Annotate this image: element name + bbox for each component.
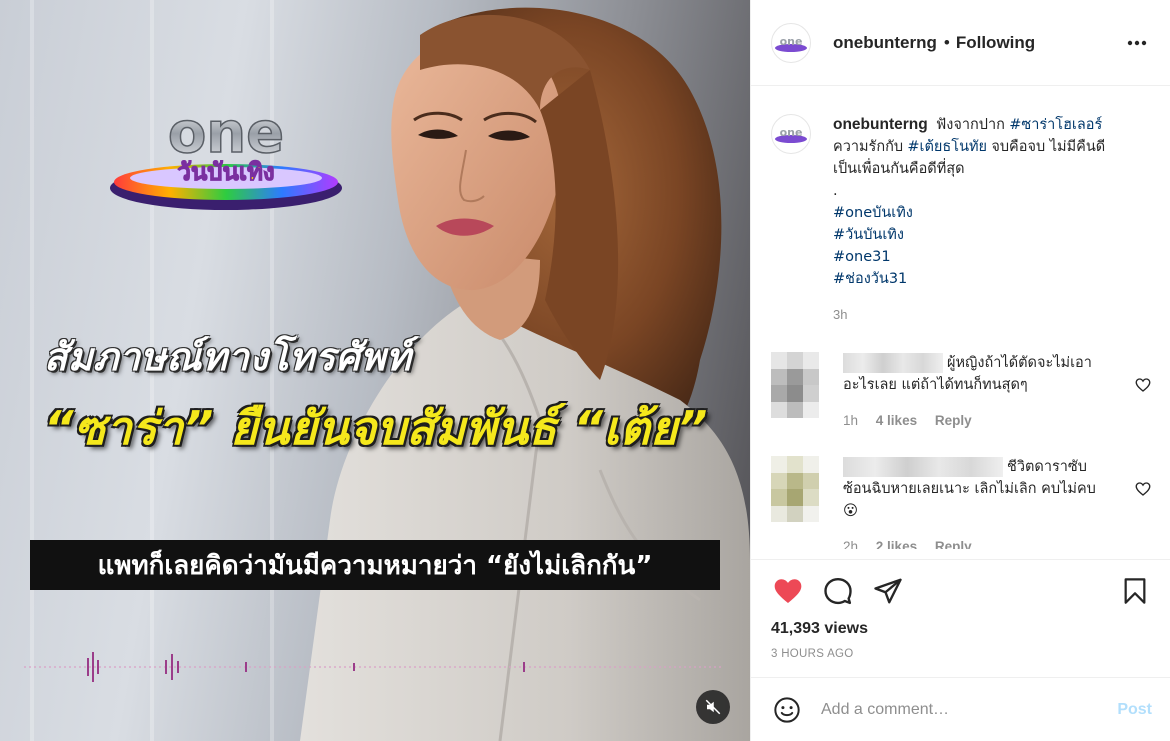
post-comment-button[interactable]: Post xyxy=(1117,701,1152,719)
caption-body: onebunterng ฟังจากปาก #ซาร่าโฮเลอร์ ความ… xyxy=(833,114,1133,326)
post-sidebar: one onebunterng • Following one onebunte… xyxy=(750,0,1170,741)
avatar-pixel xyxy=(787,472,803,489)
hashtag-link[interactable]: #one31 xyxy=(833,246,1133,268)
reply-button[interactable]: Reply xyxy=(935,413,972,428)
hashtag-link[interactable]: #ซาร่าโฮเลอร์ xyxy=(1009,117,1102,133)
avatar-pixel xyxy=(787,489,803,506)
heart-outline-icon[interactable] xyxy=(1134,376,1152,394)
audio-waveform xyxy=(24,652,724,682)
smiley-icon xyxy=(774,696,800,723)
post-timestamp[interactable]: 3 HOURS AGO xyxy=(771,648,1152,660)
avatar-pixel xyxy=(771,368,787,385)
comment-time[interactable]: 1h xyxy=(843,413,858,428)
hashtag-link[interactable]: #วันบันเทิง xyxy=(833,224,1133,246)
video-headline-1: สัมภาษณ์ทางโทรศัพท์ xyxy=(44,335,412,379)
avatar-pixel xyxy=(803,368,819,385)
paper-plane-icon xyxy=(874,578,902,604)
avatar-pixel xyxy=(787,456,803,473)
speaker-muted-icon xyxy=(705,699,721,715)
mute-button[interactable] xyxy=(696,690,730,724)
avatar-pixel xyxy=(787,352,803,369)
header-separator: • xyxy=(943,32,950,52)
like-button[interactable] xyxy=(771,574,805,608)
more-dots-icon xyxy=(1127,40,1147,45)
instagram-post: one วันบันเทิง สัมภาษณ์ทางโทรศัพท์ “ซาร่… xyxy=(0,0,1170,741)
caption-text: ความรักกับ xyxy=(833,139,904,155)
svg-text:one: one xyxy=(168,101,284,166)
avatar-pixel xyxy=(787,368,803,385)
save-button[interactable] xyxy=(1118,574,1152,608)
avatar-pixel xyxy=(771,352,787,369)
comment-bubble-icon xyxy=(824,577,852,605)
avatar-pixel xyxy=(803,505,819,522)
bookmark-icon xyxy=(1124,578,1146,604)
comment-body: ผู้หญิงถ้าได้ตัดจะไม่เอาอะไรเลย แต่ถ้าได… xyxy=(843,352,1103,432)
comment-likes[interactable]: 4 likes xyxy=(876,413,917,428)
avatar-pixel xyxy=(787,385,803,402)
avatar-pixel xyxy=(803,489,819,506)
hashtag-link[interactable]: #เต้ยธโนทัย xyxy=(907,139,987,155)
header-username[interactable]: onebunterng xyxy=(833,33,937,53)
avatar-pixel xyxy=(771,472,787,489)
caption-dot: . xyxy=(833,183,838,199)
more-options-button[interactable] xyxy=(1122,28,1152,58)
video-subtitle-bar: แพทก็เลยคิดว่ามันมีความหมายว่า “ยังไม่เล… xyxy=(30,540,720,590)
hashtag-link[interactable]: #ช่องวัน31 xyxy=(833,268,1133,290)
svg-text:วันบันเทิง: วันบันเทิง xyxy=(177,158,274,186)
post-video[interactable]: one วันบันเทิง สัมภาษณ์ทางโทรศัพท์ “ซาร่… xyxy=(0,0,750,741)
comment-meta: 1h 4 likes Reply xyxy=(843,410,1103,432)
avatar-pixel xyxy=(771,456,787,473)
avatar-pixel xyxy=(771,489,787,506)
blurred-avatar[interactable] xyxy=(771,456,819,522)
avatar-pixel xyxy=(771,401,787,418)
avatar-pixel xyxy=(803,352,819,369)
avatar-pixel xyxy=(771,385,787,402)
caption-text: ฟังจากปาก xyxy=(936,117,1005,133)
avatar-pixel xyxy=(803,456,819,473)
svg-text:one: one xyxy=(780,35,803,48)
share-button[interactable] xyxy=(871,574,905,608)
avatar-pixel xyxy=(803,385,819,402)
post-caption: one onebunterng ฟังจากปาก #ซาร่าโฮเลอร์ … xyxy=(771,114,1152,326)
comment-item: ผู้หญิงถ้าได้ตัดจะไม่เอาอะไรเลย แต่ถ้าได… xyxy=(771,352,1152,432)
avatar-pixel xyxy=(787,505,803,522)
svg-text:one: one xyxy=(780,126,803,139)
blurred-username[interactable] xyxy=(843,457,1003,478)
avatar-pixel xyxy=(803,472,819,489)
post-header: one onebunterng • Following xyxy=(751,0,1170,86)
heart-outline-icon[interactable] xyxy=(1134,480,1152,498)
one-logo-icon: one xyxy=(775,35,807,52)
comment-item: ชีวิตดาราซับซ้อนฉิบหายเลยเนาะ เลิกไม่เลิ… xyxy=(771,456,1152,558)
scroll-fade xyxy=(751,549,1170,559)
caption-username[interactable]: onebunterng xyxy=(833,116,928,133)
avatar-pixel xyxy=(787,401,803,418)
one-logo-icon: one xyxy=(775,126,807,143)
video-headline-2: “ซาร่า” ยืนยันจบสัมพันธ์ “เต้ย” xyxy=(44,401,708,455)
comment-input[interactable] xyxy=(821,700,1118,719)
avatar-pixel xyxy=(803,401,819,418)
astonished-emoji: 😮 xyxy=(843,503,859,519)
comment-body: ชีวิตดาราซับซ้อนฉิบหายเลยเนาะ เลิกไม่เลิ… xyxy=(843,456,1103,558)
comments-list[interactable]: one onebunterng ฟังจากปาก #ซาร่าโฮเลอร์ … xyxy=(751,86,1170,559)
view-count[interactable]: 41,393 views xyxy=(771,620,1152,638)
post-actions: 41,393 views 3 HOURS AGO xyxy=(751,559,1170,677)
add-comment-bar: Post xyxy=(751,677,1170,741)
blurred-avatar[interactable] xyxy=(771,352,819,418)
action-bar xyxy=(771,572,1152,610)
avatar[interactable]: one xyxy=(771,114,811,154)
hashtag-link[interactable]: #oneบันเทิง xyxy=(833,202,1133,224)
following-button[interactable]: Following xyxy=(956,33,1035,53)
avatar-pixel xyxy=(771,505,787,522)
blurred-username[interactable] xyxy=(843,353,943,374)
video-subtitle: แพทก็เลยคิดว่ามันมีความหมายว่า “ยังไม่เล… xyxy=(97,550,653,581)
avatar[interactable]: one xyxy=(771,22,811,63)
heart-filled-icon xyxy=(774,579,802,603)
emoji-button[interactable] xyxy=(771,694,803,726)
one-banterng-logo: one วันบันเทิง xyxy=(104,96,348,218)
caption-time[interactable]: 3h xyxy=(833,304,1133,326)
comment-button[interactable] xyxy=(821,574,855,608)
